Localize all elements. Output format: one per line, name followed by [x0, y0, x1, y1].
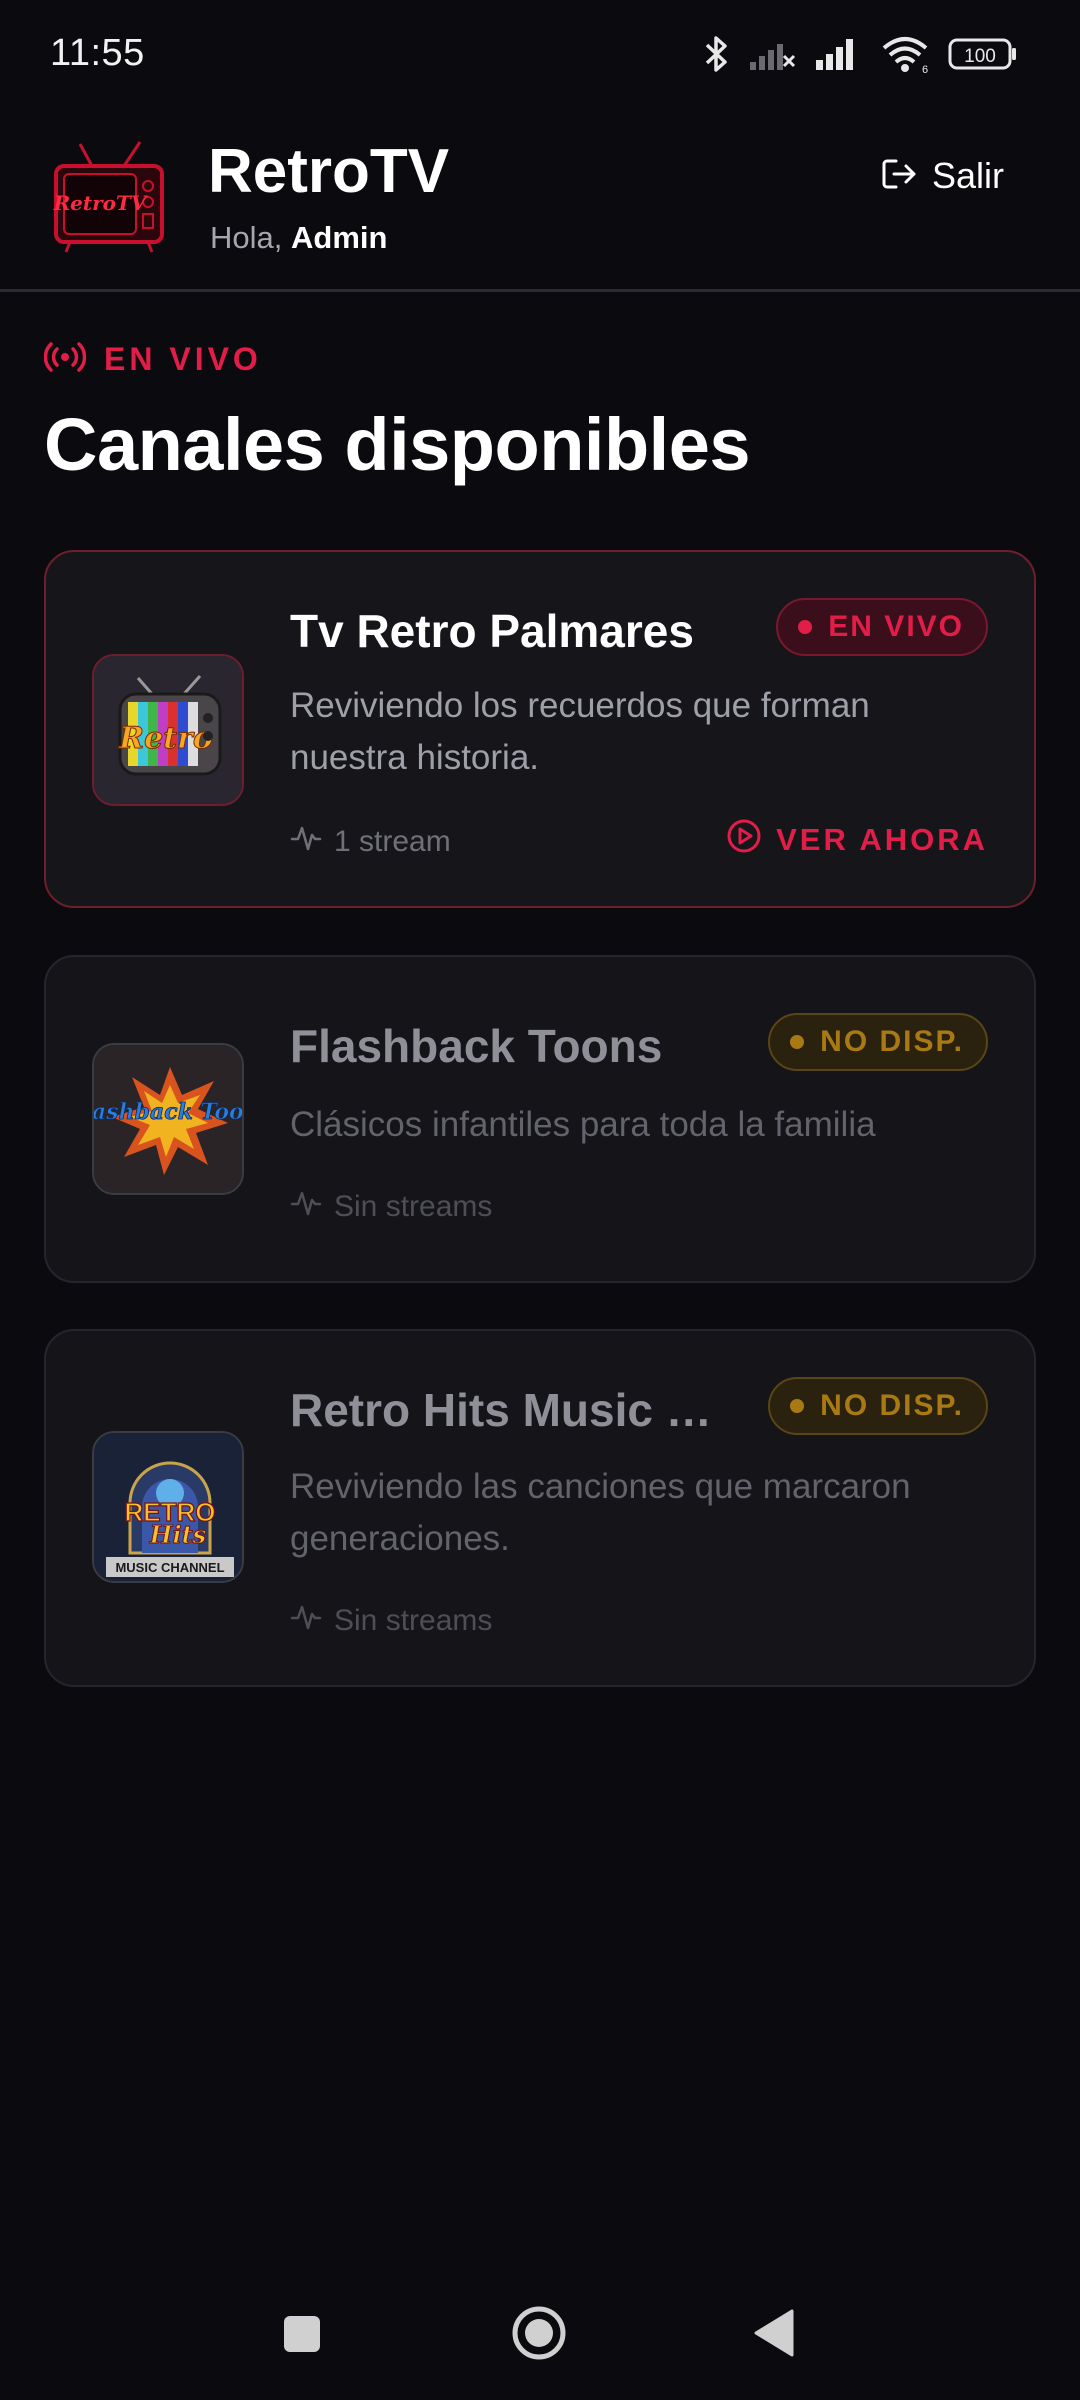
channel-description: Reviviendo las canciones que marcaron ge… [290, 1467, 911, 1558]
home-button[interactable] [510, 2304, 568, 2367]
stream-count-text: Sin streams [334, 1190, 493, 1223]
watch-now-button[interactable]: VER AHORA [726, 818, 988, 862]
channel-card-flashback-toons[interactable]: Flashback Toons Flashback Toons NO DISP.… [44, 955, 1036, 1283]
live-section-label: EN VIVO [43, 340, 262, 379]
live-label-text: EN VIVO [104, 341, 262, 377]
logout-icon [880, 155, 918, 198]
channel-thumbnail: Retro [92, 654, 244, 806]
watch-now-label: VER AHORA [776, 822, 988, 857]
back-button[interactable] [752, 2308, 796, 2363]
status-dot-icon [798, 620, 813, 634]
svg-text:6: 6 [922, 64, 928, 74]
app-title: RetroTV [208, 137, 450, 206]
status-badge-text: NO DISP. [820, 1025, 964, 1058]
screen: 11:55 6 100 RetroTV RetroTV Hola, Admin … [0, 0, 1080, 2400]
svg-text:RetroTV: RetroTV [53, 191, 149, 215]
app-logo: RetroTV [52, 138, 166, 256]
channel-description: Clásicos infantiles para toda la familia [290, 1105, 876, 1144]
play-circle-icon [726, 818, 762, 862]
svg-text:MUSIC CHANNEL: MUSIC CHANNEL [115, 1560, 224, 1575]
greeting: Hola, Admin [210, 220, 387, 256]
svg-text:Hits: Hits [149, 1520, 207, 1549]
stream-count: 1 stream [290, 822, 451, 862]
svg-text:100: 100 [964, 46, 996, 67]
user-name: Admin [291, 220, 388, 255]
activity-icon [290, 822, 322, 862]
no-signal-icon [748, 36, 796, 72]
wifi-icon: 6 [880, 34, 930, 74]
activity-icon [290, 1601, 322, 1641]
channel-thumbnail: RETRO Hits MUSIC CHANNEL [92, 1431, 244, 1583]
status-time: 11:55 [50, 32, 145, 74]
channel-name: Flashback Toons [290, 1020, 663, 1072]
greeting-prefix: Hola, [210, 220, 283, 255]
status-badge-unavailable: NO DISP. [768, 1377, 988, 1435]
status-badge-unavailable: NO DISP. [768, 1013, 988, 1071]
battery-icon: 100 [948, 36, 1018, 72]
status-badge-text: EN VIVO [828, 610, 964, 643]
status-badge-text: NO DISP. [820, 1389, 964, 1422]
bluetooth-icon [704, 34, 730, 74]
status-dot-icon [790, 1399, 805, 1413]
stream-count: Sin streams [290, 1187, 492, 1227]
stream-count-text: 1 stream [334, 825, 451, 858]
logout-button[interactable]: Salir [880, 146, 1004, 206]
broadcast-icon [43, 340, 87, 379]
activity-icon [290, 1187, 322, 1227]
status-bar: 11:55 6 100 [0, 0, 1080, 108]
logout-label: Salir [931, 155, 1004, 196]
status-badge-live: EN VIVO [776, 598, 988, 656]
channel-name: Retro Hits Music C... [290, 1384, 730, 1436]
svg-text:Flashback Toons: Flashback Toons [94, 1099, 244, 1125]
status-dot-icon [790, 1035, 805, 1049]
stream-count: Sin streams [290, 1601, 492, 1641]
signal-icon [814, 36, 862, 72]
status-icons: 6 100 [704, 30, 1018, 78]
channel-card-tv-retro-palmares[interactable]: Retro Tv Retro Palmares EN VIVO Revivien… [44, 550, 1036, 908]
stream-count-text: Sin streams [334, 1604, 493, 1637]
app-header: RetroTV RetroTV Hola, Admin Salir [0, 120, 1080, 292]
channel-name: Tv Retro Palmares [290, 605, 694, 657]
page-title: Canales disponibles [44, 403, 751, 486]
channel-description: Reviviendo los recuerdos que forman nues… [290, 686, 870, 777]
channel-card-retro-hits-music[interactable]: RETRO Hits MUSIC CHANNEL Retro Hits Musi… [44, 1329, 1036, 1687]
channel-thumbnail: Flashback Toons [92, 1043, 244, 1195]
svg-text:Retro: Retro [118, 721, 213, 756]
system-nav-bar [0, 2280, 1080, 2400]
recents-button[interactable] [282, 2314, 322, 2359]
